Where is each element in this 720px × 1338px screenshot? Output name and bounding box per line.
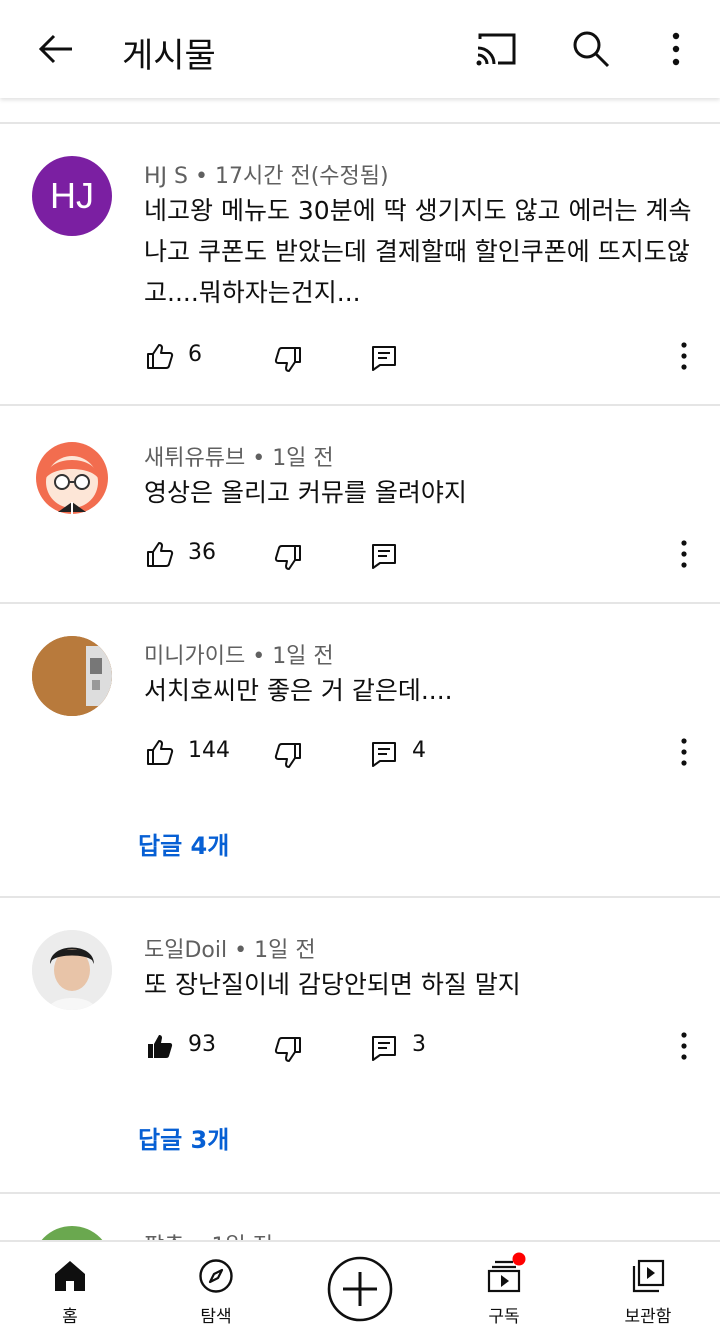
home-filled-icon bbox=[55, 1261, 85, 1291]
comment-more-icon[interactable] bbox=[672, 538, 696, 570]
nav-subscriptions[interactable]: 구독 bbox=[454, 1242, 554, 1338]
like-count: 93 bbox=[188, 1032, 216, 1057]
divider bbox=[0, 122, 720, 124]
comment-actions: 36 bbox=[0, 534, 720, 574]
comment-more-icon[interactable] bbox=[672, 340, 696, 372]
meta-separator: • bbox=[234, 938, 248, 963]
thumb-up-icon[interactable] bbox=[146, 540, 174, 568]
comment-more-icon[interactable] bbox=[672, 1030, 696, 1062]
photo-avatar-image bbox=[32, 930, 112, 1010]
comment-actions: 144 4 bbox=[0, 732, 720, 772]
create-plus-icon[interactable] bbox=[327, 1256, 393, 1322]
nav-home-label: 홈 bbox=[62, 1307, 78, 1327]
thumb-up-icon[interactable] bbox=[146, 342, 174, 370]
nav-home[interactable]: 홈 bbox=[20, 1242, 120, 1338]
search-icon[interactable] bbox=[570, 28, 612, 70]
library-icon bbox=[632, 1259, 665, 1293]
photo-avatar-image bbox=[32, 636, 112, 716]
divider bbox=[0, 602, 720, 604]
comment-icon[interactable] bbox=[370, 1034, 398, 1062]
cartoon-avatar-image bbox=[36, 442, 108, 516]
comment-icon[interactable] bbox=[370, 344, 398, 372]
divider bbox=[0, 896, 720, 898]
comment-icon[interactable] bbox=[370, 740, 398, 768]
thumb-down-icon[interactable] bbox=[274, 544, 302, 572]
comment-time: 1일 전 bbox=[272, 446, 334, 471]
comment-actions: 6 bbox=[0, 336, 720, 376]
comment-time: 1일 전 bbox=[254, 938, 316, 963]
like-count: 144 bbox=[188, 738, 230, 763]
more-vert-icon[interactable] bbox=[662, 28, 690, 70]
thumb-up-icon[interactable] bbox=[146, 738, 174, 766]
comment-text: 서치호씨만 좋은 거 같은데.... bbox=[144, 676, 453, 705]
comment-text: 영상은 올리고 커뮤를 올려야지 bbox=[144, 478, 467, 507]
notification-dot-icon bbox=[512, 1252, 526, 1266]
comment-actions: 93 3 bbox=[0, 1026, 720, 1066]
divider bbox=[0, 404, 720, 406]
nav-library[interactable]: 보관함 bbox=[598, 1242, 698, 1338]
thumb-down-icon[interactable] bbox=[274, 346, 302, 374]
thumb-up-filled-icon[interactable] bbox=[146, 1032, 174, 1060]
comment-meta: 도일Doil • 1일 전 bbox=[144, 932, 316, 964]
avatar[interactable] bbox=[32, 930, 112, 1010]
thumb-down-icon[interactable] bbox=[274, 742, 302, 770]
comment-more-icon[interactable] bbox=[672, 736, 696, 768]
arrow-left-icon[interactable] bbox=[34, 27, 78, 71]
comment-text: 네고왕 메뉴도 30분에 딱 생기지도 않고 에러는 계속 나고 쿠폰도 받았는… bbox=[144, 196, 692, 307]
nav-explore[interactable]: 탐색 bbox=[166, 1242, 266, 1338]
compass-icon bbox=[199, 1259, 233, 1293]
page-title: 게시물 bbox=[122, 36, 216, 76]
divider bbox=[0, 1192, 720, 1194]
comment-icon[interactable] bbox=[370, 542, 398, 570]
comment-author[interactable]: HJ S bbox=[144, 164, 188, 189]
reply-count: 3 bbox=[412, 1032, 426, 1057]
comment-meta: 미니가이드 • 1일 전 bbox=[144, 638, 334, 670]
meta-separator: • bbox=[252, 644, 266, 669]
comment-meta: HJ S • 17시간 전(수정됨) bbox=[144, 158, 389, 190]
like-count: 36 bbox=[188, 540, 216, 565]
avatar[interactable] bbox=[32, 636, 112, 716]
avatar[interactable] bbox=[32, 438, 112, 518]
avatar[interactable]: HJ bbox=[32, 156, 112, 236]
nav-explore-label: 탐색 bbox=[200, 1307, 232, 1327]
comment-text: 또 장난질이네 감당안되면 하질 말지 bbox=[144, 970, 521, 999]
comment-time: 17시간 전(수정됨) bbox=[214, 164, 389, 189]
thumb-down-icon[interactable] bbox=[274, 1036, 302, 1064]
bottom-navigation: 홈 탐색 구독 보관함 bbox=[0, 1240, 720, 1338]
meta-separator: • bbox=[195, 164, 208, 189]
like-count: 6 bbox=[188, 342, 202, 367]
meta-separator: • bbox=[252, 446, 266, 471]
comment-meta: 새튀유튜브 • 1일 전 bbox=[144, 440, 334, 472]
reply-count: 4 bbox=[412, 738, 426, 763]
nav-subscriptions-label: 구독 bbox=[488, 1307, 520, 1327]
comment-author[interactable]: 미니가이드 bbox=[144, 644, 245, 669]
comment-author[interactable]: 도일Doil bbox=[144, 938, 227, 963]
view-replies-link[interactable]: 답글 3개 bbox=[138, 1120, 229, 1155]
view-replies-link[interactable]: 답글 4개 bbox=[138, 826, 229, 861]
nav-library-label: 보관함 bbox=[624, 1307, 672, 1327]
top-app-bar: 게시물 bbox=[0, 0, 720, 98]
comment-author[interactable]: 새튀유튜브 bbox=[144, 446, 245, 471]
comment-time: 1일 전 bbox=[272, 644, 334, 669]
cast-icon[interactable] bbox=[474, 30, 518, 68]
